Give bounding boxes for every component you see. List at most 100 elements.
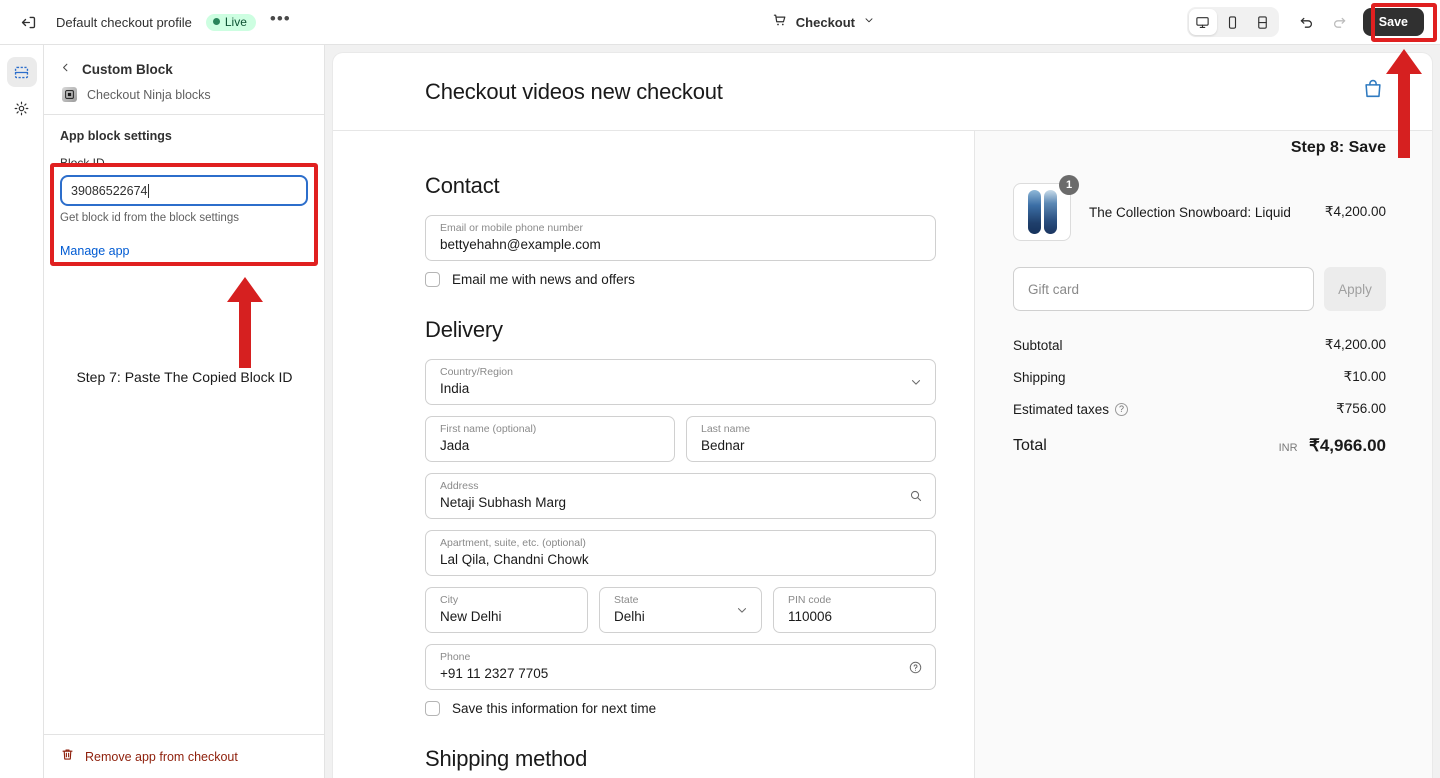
- subtotal-label: Subtotal: [1013, 338, 1063, 353]
- first-name-label: First name (optional): [440, 422, 662, 436]
- pin-code-field[interactable]: PIN code 110006: [773, 587, 936, 633]
- estimated-taxes-row: Estimated taxes ? ₹756.00: [1013, 401, 1386, 417]
- apartment-field[interactable]: Apartment, suite, etc. (optional) Lal Qi…: [425, 530, 936, 576]
- newsletter-checkbox[interactable]: [425, 272, 440, 287]
- city-field[interactable]: City New Delhi: [425, 587, 588, 633]
- phone-field[interactable]: Phone +91 11 2327 7705: [425, 644, 936, 690]
- app-name: Checkout Ninja blocks: [87, 88, 211, 102]
- status-badge: Live: [206, 14, 256, 31]
- line-item: 1 The Collection Snowboard: Liquid ₹4,20…: [1013, 183, 1386, 241]
- status-dot-icon: [213, 18, 220, 25]
- apply-gift-card-button[interactable]: Apply: [1324, 267, 1386, 311]
- app-identity-row: Checkout Ninja blocks: [60, 87, 308, 102]
- undo-icon[interactable]: [1293, 8, 1321, 36]
- panel-body: App block settings Block ID 39086522674 …: [44, 115, 324, 260]
- city-value: New Delhi: [440, 607, 575, 626]
- more-actions-button[interactable]: •••: [270, 14, 291, 30]
- app-block-settings-heading: App block settings: [60, 129, 308, 143]
- checkout-form: Contact Email or mobile phone number bet…: [333, 131, 974, 778]
- save-button-wrapper: Save: [1363, 8, 1424, 36]
- cart-icon: [772, 12, 788, 33]
- info-icon[interactable]: ?: [1115, 403, 1128, 416]
- app-icon: [62, 87, 77, 102]
- checkout-profile-name: Default checkout profile: [56, 15, 192, 30]
- mobile-icon[interactable]: [1219, 9, 1247, 35]
- pin-code-label: PIN code: [788, 593, 923, 607]
- pin-code-value: 110006: [788, 607, 923, 626]
- save-info-label: Save this information for next time: [452, 701, 656, 716]
- status-badge-label: Live: [225, 15, 247, 29]
- exit-icon[interactable]: [14, 8, 42, 36]
- panel-footer: Remove app from checkout: [44, 734, 325, 778]
- last-name-field[interactable]: Last name Bednar: [686, 416, 936, 462]
- city-state-pin-row: City New Delhi State Delhi PIN code: [425, 587, 936, 644]
- shipping-method-heading: Shipping method: [425, 746, 936, 772]
- quantity-badge: 1: [1059, 175, 1079, 195]
- total-value: ₹4,966.00: [1309, 436, 1386, 455]
- block-id-input[interactable]: 39086522674: [60, 175, 308, 206]
- gift-card-input[interactable]: Gift card: [1013, 267, 1314, 311]
- shipping-row: Shipping ₹10.00: [1013, 369, 1386, 385]
- line-item-name: The Collection Snowboard: Liquid: [1089, 203, 1307, 222]
- app-block-settings-panel: Custom Block Checkout Ninja blocks App b…: [44, 45, 325, 778]
- checkout-body: Contact Email or mobile phone number bet…: [333, 131, 1432, 778]
- contact-heading: Contact: [425, 173, 936, 199]
- phone-label: Phone: [440, 650, 923, 664]
- total-row: Total INR ₹4,966.00: [1013, 436, 1386, 456]
- top-bar-right: Save: [1187, 7, 1440, 37]
- last-name-value: Bednar: [701, 436, 923, 455]
- preview-canvas: Checkout videos new checkout Contact Ema…: [325, 45, 1440, 778]
- sidebar-item-sections[interactable]: [7, 57, 37, 87]
- save-info-checkbox-row[interactable]: Save this information for next time: [425, 701, 936, 716]
- country-select[interactable]: Country/Region India: [425, 359, 936, 405]
- country-label: Country/Region: [440, 365, 923, 379]
- state-select[interactable]: State Delhi: [599, 587, 762, 633]
- estimated-taxes-label: Estimated taxes: [1013, 402, 1109, 417]
- chevron-down-icon: [863, 13, 875, 31]
- snowboard-shape: [1044, 190, 1057, 234]
- gift-card-row: Gift card Apply: [1013, 267, 1386, 311]
- page-title: Checkout: [796, 15, 855, 30]
- total-value-wrap: INR ₹4,966.00: [1279, 436, 1386, 456]
- save-button[interactable]: Save: [1363, 8, 1424, 36]
- step-7-annotation: Step 7: Paste The Copied Block ID: [44, 367, 325, 387]
- top-bar-center[interactable]: Checkout: [460, 12, 1187, 33]
- country-value: India: [440, 379, 923, 398]
- checkout-header: Checkout videos new checkout: [333, 53, 1432, 131]
- apartment-label: Apartment, suite, etc. (optional): [440, 536, 923, 550]
- address-label: Address: [440, 479, 923, 493]
- phone-value: +91 11 2327 7705: [440, 664, 923, 683]
- step-8-annotation: Step 8: Save: [1291, 139, 1386, 157]
- chevron-down-icon: [735, 603, 749, 622]
- full-width-icon[interactable]: [1249, 9, 1277, 35]
- address-field[interactable]: Address Netaji Subhash Marg: [425, 473, 936, 519]
- gift-card-placeholder: Gift card: [1028, 282, 1079, 297]
- manage-app-link[interactable]: Manage app: [60, 244, 130, 258]
- email-field-value: bettyehahn@example.com: [440, 235, 923, 254]
- state-value: Delhi: [614, 607, 749, 626]
- last-name-label: Last name: [701, 422, 923, 436]
- order-summary: Step 8: Save 1 The Collection Snowboard:…: [974, 131, 1432, 778]
- subtotal-row: Subtotal ₹4,200.00: [1013, 337, 1386, 353]
- totals-list: Subtotal ₹4,200.00 Shipping ₹10.00 Estim…: [1013, 337, 1386, 456]
- subtotal-value: ₹4,200.00: [1325, 337, 1386, 353]
- panel-title: Custom Block: [82, 62, 173, 77]
- redo-icon: [1325, 8, 1353, 36]
- email-field-label: Email or mobile phone number: [440, 221, 923, 235]
- sidebar-item-settings[interactable]: [7, 93, 37, 123]
- snowboard-shape: [1028, 190, 1041, 234]
- search-icon[interactable]: [909, 489, 923, 508]
- help-icon[interactable]: [908, 660, 923, 680]
- chevron-down-icon: [909, 375, 923, 394]
- first-name-field[interactable]: First name (optional) Jada: [425, 416, 675, 462]
- email-field[interactable]: Email or mobile phone number bettyehahn@…: [425, 215, 936, 261]
- newsletter-checkbox-row[interactable]: Email me with news and offers: [425, 272, 936, 287]
- estimated-taxes-label-wrap: Estimated taxes ?: [1013, 402, 1128, 417]
- remove-app-from-checkout-button[interactable]: Remove app from checkout: [85, 750, 238, 764]
- line-item-thumbnail-wrap: 1: [1013, 183, 1071, 241]
- chevron-left-icon[interactable]: [60, 61, 71, 77]
- save-info-checkbox[interactable]: [425, 701, 440, 716]
- trash-icon: [60, 747, 75, 767]
- desktop-icon[interactable]: [1189, 9, 1217, 35]
- shopping-bag-icon[interactable]: [1362, 78, 1384, 105]
